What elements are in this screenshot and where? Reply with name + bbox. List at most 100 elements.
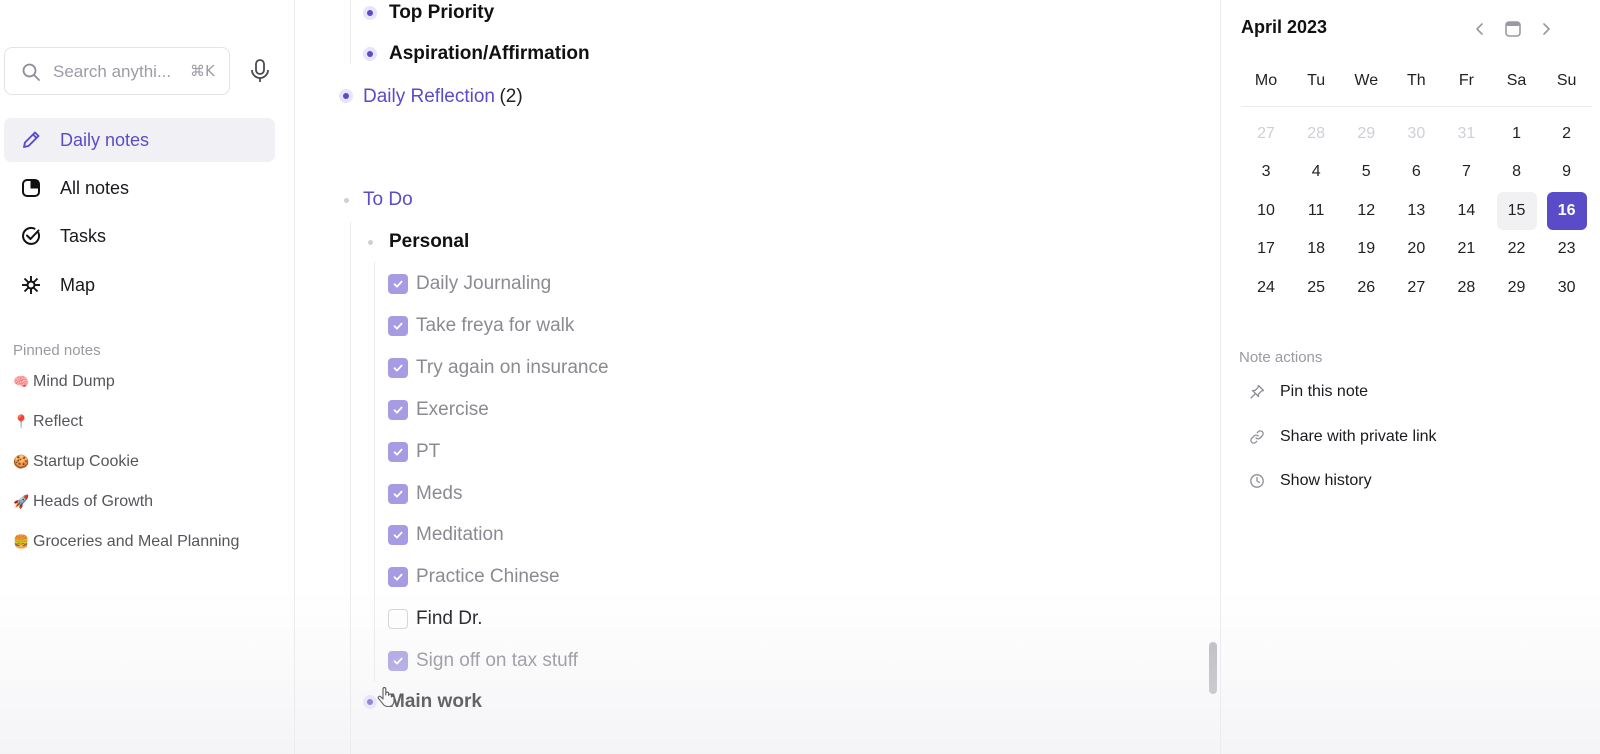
calendar-day[interactable]: 24 [1246,269,1286,307]
sidebar-item-daily-notes[interactable]: Daily notes [4,118,275,162]
task-item[interactable]: Find Dr. [388,605,483,633]
pinned-note-reflect[interactable]: 📍 Reflect [13,413,83,431]
calendar-day[interactable]: 31 [1446,115,1486,153]
calendar-day[interactable]: 30 [1396,115,1436,153]
calendar-today-icon[interactable] [1502,18,1524,40]
calendar-day[interactable]: 29 [1497,269,1537,307]
daily-reflection-row[interactable]: Daily Reflection (2) [363,86,523,108]
calendar-day-cell: 29 [1341,115,1391,153]
pin-note-action[interactable]: Pin this note [1249,379,1368,405]
calendar-day[interactable]: 8 [1497,153,1537,191]
calendar-day[interactable]: 15 [1496,191,1537,230]
bullet[interactable] [363,695,377,709]
search-box[interactable]: ⌘K [4,47,230,95]
calendar-day[interactable]: 28 [1446,269,1486,307]
task-checkbox[interactable] [388,525,408,546]
checkmark-icon [393,573,403,581]
daily-reflection-link[interactable]: Daily Reflection [363,86,495,107]
task-checkbox[interactable] [388,399,408,420]
calendar-day[interactable]: 13 [1396,192,1436,230]
calendar-day[interactable]: 19 [1346,230,1386,268]
search-input[interactable] [53,60,183,84]
calendar-day[interactable]: 22 [1497,230,1537,268]
note-editor[interactable]: Top Priority Aspiration/Affirmation Dail… [296,0,1220,754]
sidebar-item-map[interactable]: Map [4,263,275,307]
heading-personal: Personal [389,231,470,252]
task-item[interactable]: Take freya for walk [388,312,574,340]
calendar-day[interactable]: 12 [1346,192,1386,230]
bullet[interactable] [339,89,353,103]
chevron-left-icon[interactable] [1469,18,1491,40]
task-item[interactable]: Daily Journaling [388,270,551,298]
calendar-day[interactable]: 7 [1446,153,1486,191]
task-checkbox[interactable] [388,441,408,462]
task-checkbox[interactable] [388,315,408,336]
pin-icon [1250,384,1265,399]
chevron-right-icon[interactable] [1535,18,1557,40]
task-checkbox[interactable] [388,651,408,672]
calendar-day[interactable]: 28 [1296,115,1336,153]
calendar-day[interactable]: 18 [1296,230,1336,268]
task-checkbox[interactable] [388,274,408,294]
calendar-day[interactable]: 26 [1346,269,1386,307]
pinned-note-groceries[interactable]: 🍔 Groceries and Meal Planning [13,533,239,551]
pinned-note-mind-dump[interactable]: 🧠 Mind Dump [13,373,115,391]
calendar-day[interactable]: 10 [1246,192,1286,230]
calendar-day[interactable]: 21 [1446,230,1486,268]
calendar-week-row: 24 25 26 27 28 29 30 [1241,269,1592,307]
calendar-day[interactable]: 6 [1396,153,1436,191]
bullet[interactable] [363,47,377,61]
calendar-day[interactable]: 11 [1296,192,1336,230]
calendar-day[interactable]: 20 [1396,230,1436,268]
calendar-day[interactable]: 27 [1396,269,1436,307]
calendar-day[interactable]: 14 [1446,192,1486,230]
calendar-day-cell: 1 [1491,115,1541,153]
task-item[interactable]: Try again on insurance [388,354,609,382]
task-item[interactable]: Meds [388,480,462,508]
pinned-notes-heading: Pinned notes [13,342,101,359]
share-link-action[interactable]: Share with private link [1249,424,1437,450]
search-icon [22,63,40,81]
calendar-day[interactable]: 30 [1547,269,1587,307]
bullet[interactable] [363,6,377,20]
task-item[interactable]: Exercise [388,396,489,424]
calendar-day[interactable]: 5 [1346,153,1386,191]
task-checkbox[interactable] [388,609,408,630]
calendar-day[interactable]: 9 [1547,153,1587,191]
calendar-day-cell: 3 [1241,153,1291,191]
task-item[interactable]: Practice Chinese [388,563,560,591]
burger-emoji-icon: 🍔 [13,534,30,549]
weekday-label: Sa [1506,72,1527,89]
bullet[interactable] [363,235,377,249]
pinned-note-startup-cookie[interactable]: 🍪 Startup Cookie [13,453,139,471]
calendar-day-cell: 22 [1491,230,1541,268]
show-history-action[interactable]: Show history [1249,468,1372,494]
task-item[interactable]: Meditation [388,521,504,549]
sidebar-item-tasks[interactable]: Tasks [4,214,275,258]
heading-aspiration: Aspiration/Affirmation [389,43,590,64]
calendar-day[interactable]: 25 [1296,269,1336,307]
calendar-day[interactable]: 16 [1546,191,1587,230]
task-checkbox[interactable] [388,483,408,504]
sidebar-item-all-notes[interactable]: All notes [4,166,275,210]
todo-link[interactable]: To Do [363,189,413,211]
calendar-day[interactable]: 3 [1246,153,1286,191]
task-item[interactable]: PT [388,438,440,466]
calendar-day[interactable]: 17 [1246,230,1286,268]
calendar-day[interactable]: 27 [1246,115,1286,153]
calendar-day-cell: 17 [1241,230,1291,268]
task-item[interactable]: Sign off on tax stuff [388,647,578,675]
calendar-day[interactable]: 23 [1547,230,1587,268]
bullet[interactable] [339,193,353,207]
calendar-day[interactable]: 1 [1497,115,1537,153]
microphone-icon[interactable] [248,58,272,84]
calendar-day[interactable]: 29 [1346,115,1386,153]
calendar-day[interactable]: 2 [1547,115,1587,153]
calendar-day-cell: 30 [1542,269,1592,307]
pinned-note-label: Startup Cookie [33,453,139,470]
task-checkbox[interactable] [388,357,408,378]
editor-scrollbar[interactable] [1209,642,1217,694]
task-checkbox[interactable] [388,567,408,588]
pinned-note-heads-of-growth[interactable]: 🚀 Heads of Growth [13,493,153,511]
calendar-day[interactable]: 4 [1296,153,1336,191]
